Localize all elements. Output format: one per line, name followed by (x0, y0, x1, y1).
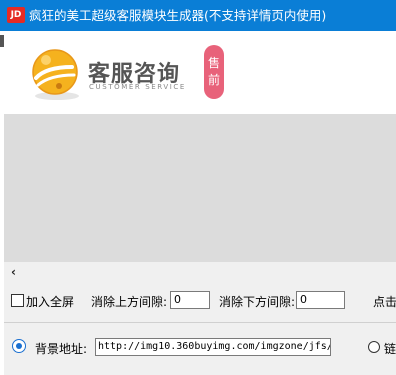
window-controls[interactable] (380, 0, 396, 31)
background-url-input[interactable]: http://img10.360buyimg.com/imgzone/jfs/ (95, 338, 331, 356)
brand-subtitle: CUSTOMER SERVICE (89, 83, 186, 91)
link-radio[interactable] (368, 341, 380, 353)
fullscreen-checkbox[interactable] (11, 294, 24, 307)
fullscreen-label: 加入全屏 (26, 295, 75, 309)
background-row: 背景地址: http://img10.360buyimg.com/imgzone… (0, 337, 396, 359)
app-icon: JD (7, 7, 25, 23)
background-radio[interactable] (12, 339, 26, 353)
top-gap-input[interactable]: 0 (170, 291, 210, 309)
link-label: 链 (384, 342, 396, 356)
preview-area (4, 114, 396, 262)
bottom-gap-input[interactable]: 0 (296, 291, 345, 309)
options-row: 加入全屏 消除上方间隙: 0 消除下方间隙: 0 点击 (0, 290, 396, 312)
customer-service-banner: 客服咨询 CUSTOMER SERVICE 售前 (4, 31, 396, 114)
window-title: 疯狂的美工超级客服模块生成器(不支持详情页内使用) (29, 8, 327, 23)
radio-selected-dot-icon (16, 343, 22, 349)
background-label: 背景地址: (35, 342, 88, 356)
horizontal-scrollbar[interactable]: ‹ (4, 262, 396, 284)
divider (4, 322, 396, 323)
bottom-gap-label: 消除下方间隙: (219, 295, 296, 309)
click-label[interactable]: 点击 (373, 293, 396, 310)
bell-logo-icon (32, 49, 79, 100)
window-titlebar: JD 疯狂的美工超级客服模块生成器(不支持详情页内使用) (0, 0, 396, 31)
scroll-left-arrow-icon[interactable]: ‹ (11, 265, 16, 279)
top-gap-label: 消除上方间隙: (91, 295, 168, 309)
presale-badge[interactable]: 售前 (204, 45, 224, 99)
